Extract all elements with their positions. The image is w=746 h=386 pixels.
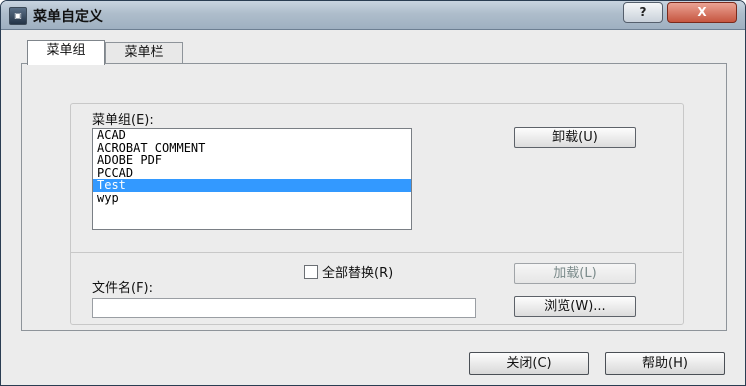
dialog-body: 菜单组 菜单栏 菜单组(E): ACAD ACROBAT COMMENT ADO… — [1, 30, 745, 385]
title-help-button[interactable]: ? — [623, 2, 663, 23]
list-item[interactable]: ADOBE PDF — [93, 154, 411, 167]
app-icon: ▣ — [9, 7, 27, 25]
file-name-input[interactable] — [92, 298, 476, 318]
menu-groups-label: 菜单组(E): — [92, 113, 154, 128]
title-close-button[interactable]: X — [667, 2, 737, 23]
menu-customize-dialog: ▣ 菜单自定义 ? X 菜单组 菜单栏 菜单组(E): ACAD ACROBAT… — [0, 0, 746, 386]
group-divider — [71, 252, 682, 253]
menu-groups-listbox[interactable]: ACAD ACROBAT COMMENT ADOBE PDF PCCAD Tes… — [92, 128, 412, 230]
replace-all-checkbox[interactable] — [304, 265, 318, 279]
close-button[interactable]: 关闭(C) — [469, 352, 589, 375]
replace-all-label: 全部替换(R) — [322, 266, 394, 281]
tab-menu-groups[interactable]: 菜单组 — [27, 40, 105, 65]
list-item[interactable]: wyp — [93, 191, 411, 205]
window-title: 菜单自定义 — [33, 9, 103, 25]
unload-button[interactable]: 卸载(U) — [514, 127, 636, 148]
list-item[interactable]: PCCAD — [93, 166, 411, 180]
tab-panel: 菜单组(E): ACAD ACROBAT COMMENT ADOBE PDF P… — [21, 63, 727, 331]
help-button[interactable]: 帮助(H) — [605, 352, 725, 375]
load-button[interactable]: 加载(L) — [514, 263, 636, 284]
browse-button[interactable]: 浏览(W)... — [514, 296, 636, 317]
file-name-label: 文件名(F): — [92, 281, 154, 296]
list-item-selected[interactable]: Test — [93, 179, 411, 192]
tab-menu-bar[interactable]: 菜单栏 — [105, 42, 183, 63]
list-item[interactable]: ACAD — [93, 129, 411, 142]
title-bar[interactable]: ▣ 菜单自定义 ? X — [1, 1, 745, 30]
